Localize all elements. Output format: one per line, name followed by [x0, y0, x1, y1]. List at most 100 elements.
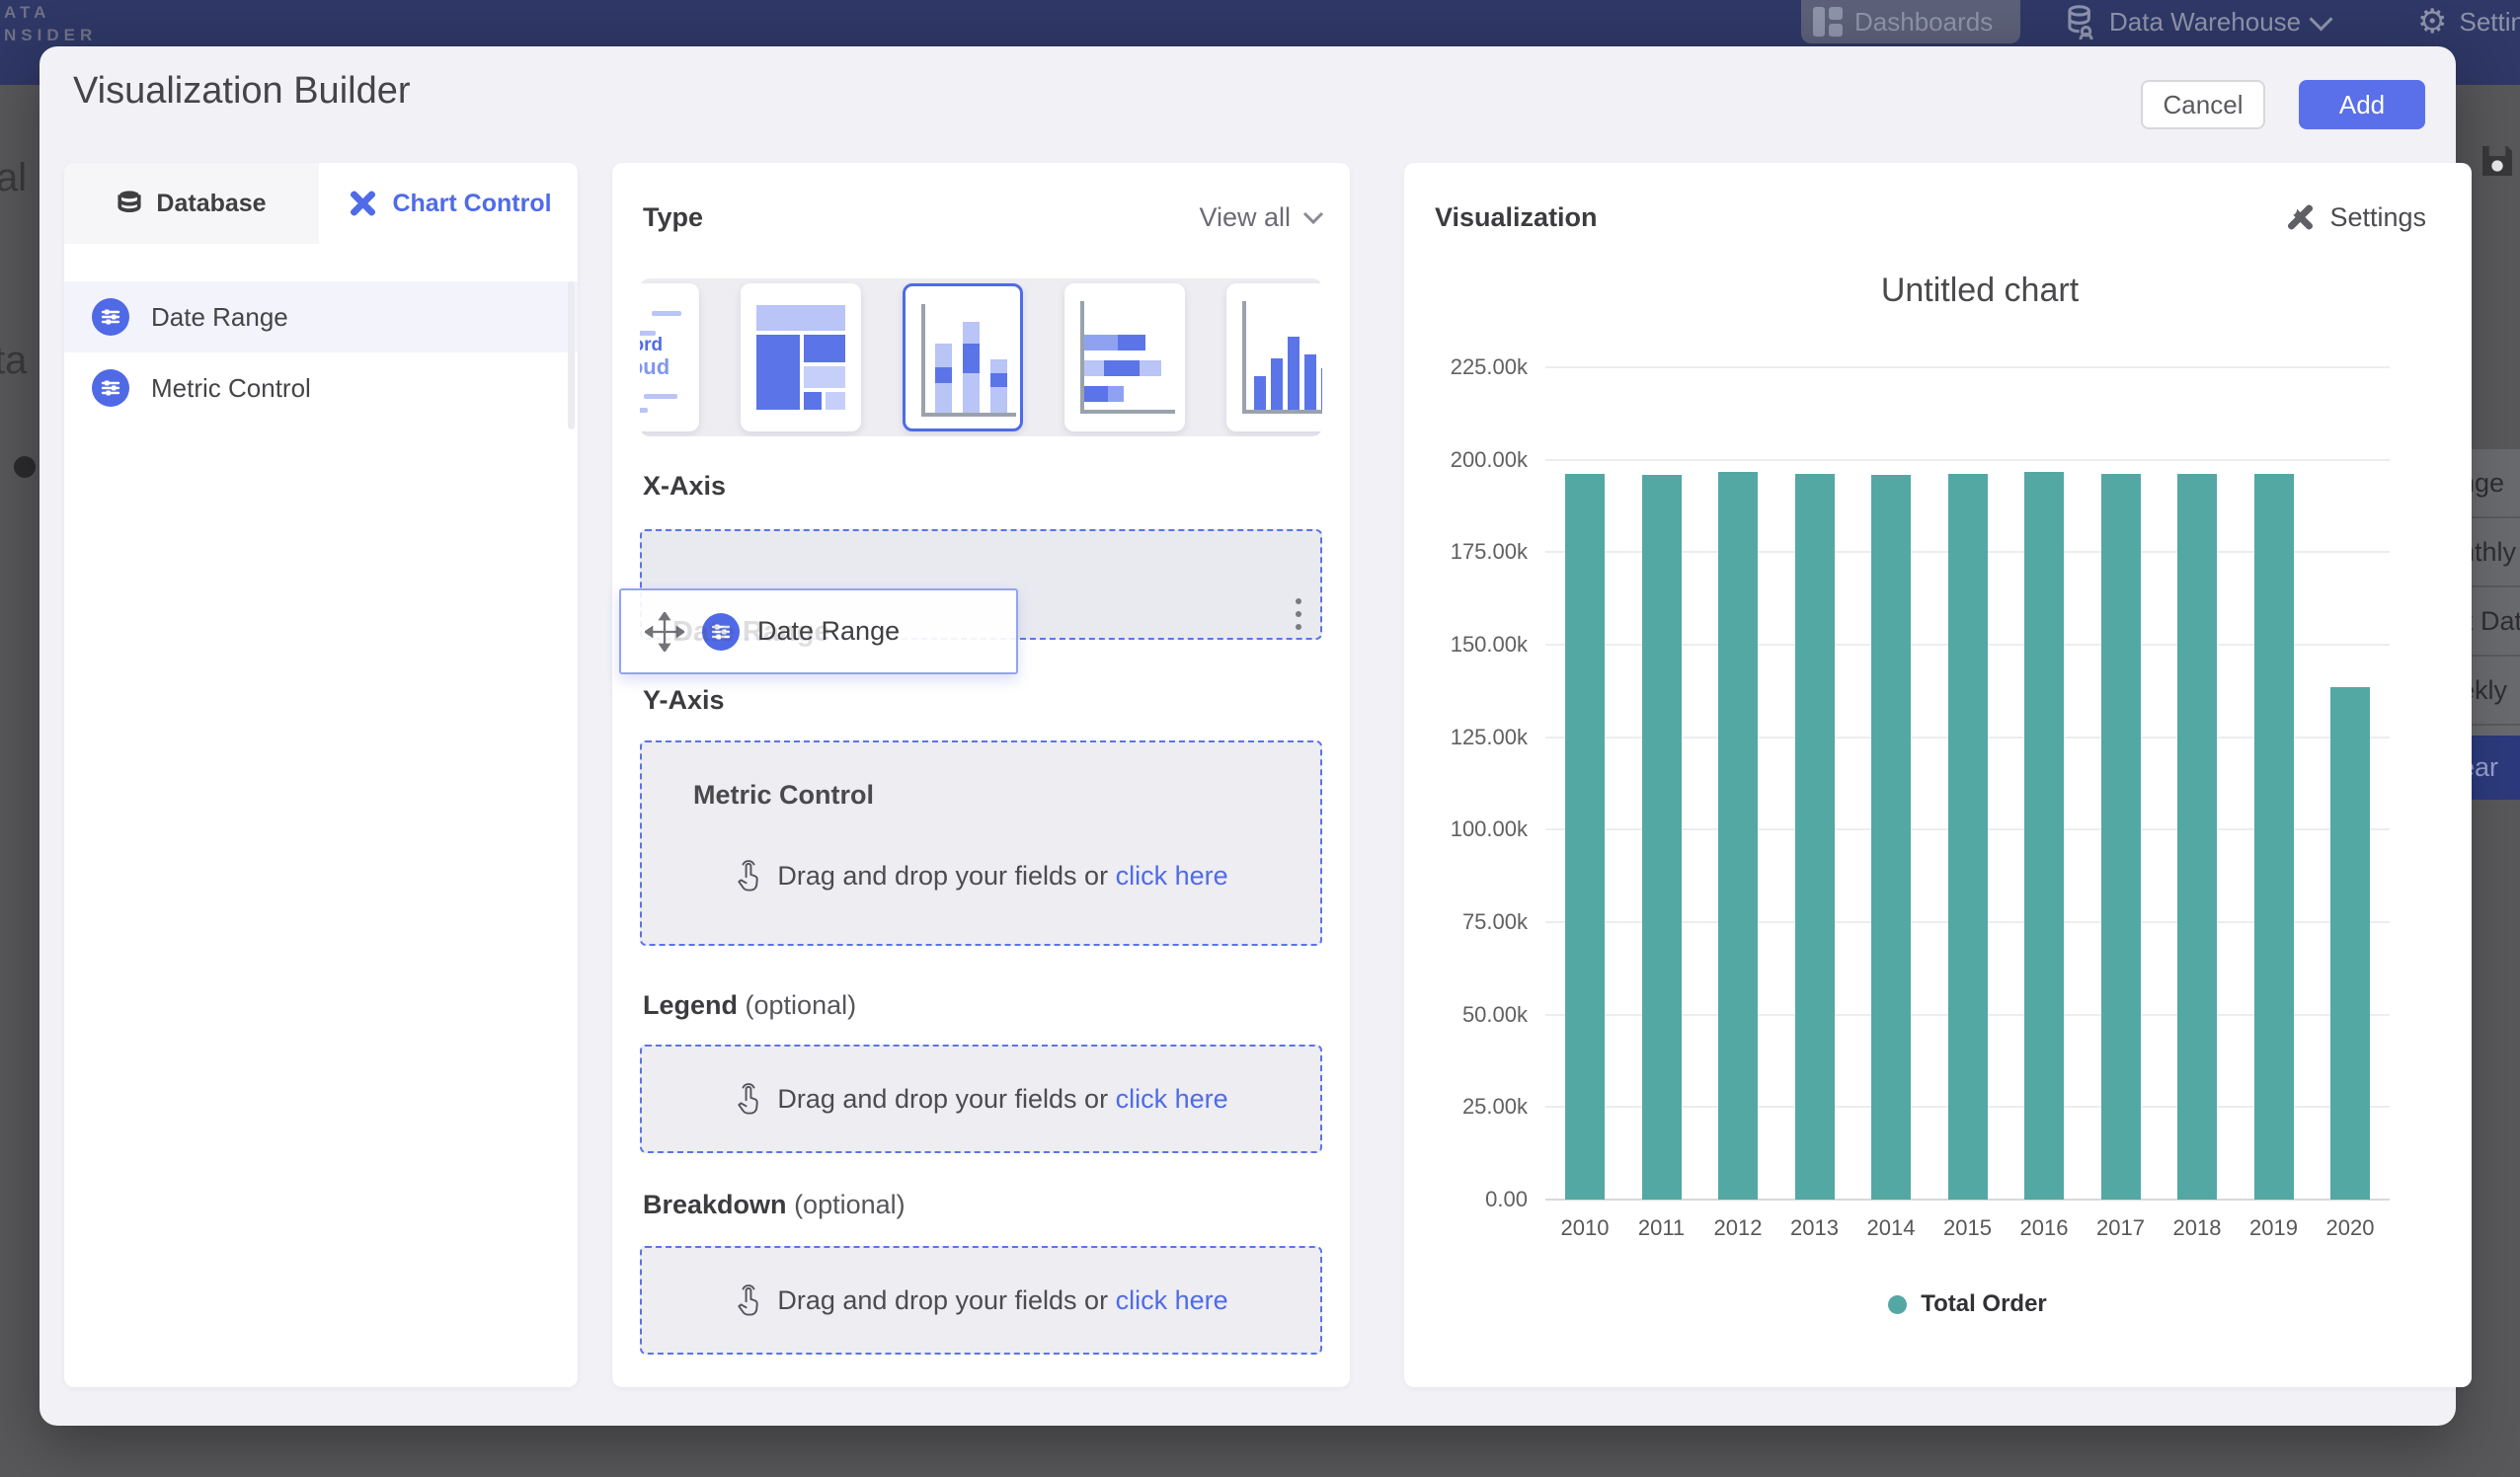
y-tick-label: 225.00k: [1399, 354, 1528, 380]
visualization-header: Visualization: [1435, 202, 1598, 233]
bar-2020[interactable]: [2330, 687, 2370, 1200]
nav-item-data-warehouse[interactable]: Data Warehouse: [2064, 0, 2329, 43]
scrollbar[interactable]: [568, 281, 575, 429]
bar-2018[interactable]: [2177, 474, 2217, 1200]
dragged-field-chip[interactable]: Date Range: [619, 588, 1018, 674]
chart-type-column[interactable]: [1226, 283, 1322, 431]
chart-type-carousel: Word Cloud: [640, 278, 1322, 436]
sliders-icon: [92, 298, 129, 336]
tab-database[interactable]: Database: [64, 163, 319, 244]
x-tick-label: 2015: [1929, 1215, 2008, 1241]
bar-2016[interactable]: [2024, 472, 2064, 1200]
modal-title: Visualization Builder: [73, 70, 411, 113]
y-tick-label: 125.00k: [1399, 725, 1528, 750]
chart-type-treemap[interactable]: [741, 283, 861, 431]
chart-type-stacked-column[interactable]: [903, 283, 1023, 431]
bar-2013[interactable]: [1795, 474, 1835, 1200]
field-label: Metric Control: [151, 373, 311, 404]
visualization-panel: Visualization Settings Untitled chart 0.…: [1404, 163, 2472, 1387]
type-section-label: Type: [643, 202, 703, 233]
tab-label: Database: [156, 190, 266, 218]
tap-hand-icon: [734, 1082, 763, 1116]
background-bullet: [14, 456, 36, 478]
y-tick-label: 100.00k: [1399, 816, 1528, 842]
settings-button[interactable]: Settings: [2282, 200, 2426, 234]
nav-item-dashboards[interactable]: Dashboards: [1813, 0, 1993, 43]
x-axis-section-label: X-Axis: [643, 471, 726, 502]
y-axis-field-label: Metric Control: [693, 780, 874, 811]
x-tick-label: 2012: [1698, 1215, 1777, 1241]
y-tick-label: 75.00k: [1399, 909, 1528, 935]
click-here-link[interactable]: click here: [1116, 1084, 1228, 1114]
background-clipped-text: al: [0, 156, 27, 200]
field-item-date-range[interactable]: Date Range: [64, 281, 578, 352]
settings-tools-icon: [2282, 200, 2316, 234]
click-here-link[interactable]: click here: [1116, 1285, 1228, 1315]
gear-icon: ⚙: [2417, 5, 2447, 39]
y-tick-label: 25.00k: [1399, 1094, 1528, 1120]
chart-type-word-cloud[interactable]: Word Cloud: [640, 283, 699, 431]
view-all-label: View all: [1199, 202, 1291, 233]
tab-label: Chart Control: [392, 190, 551, 218]
warehouse-database-icon: [2064, 4, 2097, 39]
x-tick-label: 2014: [1851, 1215, 1930, 1241]
bar-2014[interactable]: [1871, 475, 1911, 1200]
legend-section-label: Legend (optional): [643, 990, 856, 1021]
add-button[interactable]: Add: [2299, 80, 2425, 129]
legend-dot: [1888, 1295, 1907, 1314]
screen: { "topbar": { "logo_line1": "ATA", "logo…: [0, 0, 2520, 1477]
x-tick-label: 2013: [1775, 1215, 1854, 1241]
x-tick-label: 2011: [1622, 1215, 1701, 1241]
y-tick-label: 150.00k: [1399, 632, 1528, 658]
nav-item-settings[interactable]: ⚙ Settings: [2417, 0, 2520, 43]
drop-hint: Drag and drop your fields or click here: [642, 1082, 1320, 1116]
bar-2012[interactable]: [1718, 472, 1758, 1200]
treemap-thumbnail: [756, 305, 845, 410]
field-item-metric-control[interactable]: Metric Control: [64, 352, 578, 424]
sliders-icon: [92, 369, 129, 407]
chart-title: Untitled chart: [1545, 272, 2414, 310]
save-icon[interactable]: [2478, 141, 2517, 181]
tools-icon: [345, 187, 378, 220]
click-here-link[interactable]: click here: [1116, 861, 1228, 891]
kebab-menu-icon[interactable]: [1279, 585, 1318, 643]
tab-chart-control[interactable]: Chart Control: [319, 163, 578, 244]
y-axis-drop-zone[interactable]: Metric Control Drag and drop your fields…: [640, 740, 1322, 946]
drop-hint: Drag and drop your fields or click here: [642, 859, 1320, 893]
bar-2015[interactable]: [1948, 474, 1988, 1200]
tap-hand-icon: [734, 1283, 763, 1317]
bar-2011[interactable]: [1642, 475, 1682, 1200]
builder-panel: Type View all Word Cloud: [612, 163, 1350, 1387]
tap-hand-icon: [734, 859, 763, 893]
field-label: Date Range: [151, 302, 288, 333]
word-cloud-thumbnail: Word Cloud: [640, 283, 699, 431]
breakdown-section-label: Breakdown (optional): [643, 1190, 906, 1220]
legend-drop-zone[interactable]: Drag and drop your fields or click here: [640, 1045, 1322, 1153]
y-tick-label: 200.00k: [1399, 447, 1528, 473]
y-tick-label: 0.00: [1399, 1187, 1528, 1212]
chart-type-horizontal-bar[interactable]: [1064, 283, 1185, 431]
settings-label: Settings: [2329, 202, 2426, 233]
database-icon: [117, 189, 142, 218]
bar-chart-plot: 0.0025.00k50.00k75.00k100.00k125.00k150.…: [1545, 367, 2414, 1200]
x-tick-label: 2017: [2082, 1215, 2161, 1241]
nav-label: Data Warehouse: [2109, 7, 2301, 38]
x-tick-label: 2019: [2235, 1215, 2314, 1241]
column-thumbnail: [1242, 301, 1322, 414]
bar-2010[interactable]: [1565, 474, 1605, 1200]
bar-2017[interactable]: [2101, 474, 2141, 1200]
y-tick-label: 175.00k: [1399, 539, 1528, 565]
breakdown-drop-zone[interactable]: Drag and drop your fields or click here: [640, 1246, 1322, 1355]
dashboard-grid-icon: [1813, 7, 1843, 37]
chevron-down-icon: [2310, 7, 2333, 31]
cancel-button[interactable]: Cancel: [2141, 80, 2265, 129]
chart-legend: Total Order: [1545, 1290, 2390, 1318]
x-tick-label: 2016: [2005, 1215, 2084, 1241]
x-tick-label: 2010: [1545, 1215, 1624, 1241]
fields-panel: Database Chart Control Date Range Metric …: [64, 163, 578, 1387]
drag-ghost-label: Date Range: [672, 616, 830, 649]
nav-label: Settings: [2459, 7, 2520, 38]
y-axis-section-label: Y-Axis: [643, 685, 725, 716]
view-all-dropdown[interactable]: View all: [1199, 202, 1324, 233]
bar-2019[interactable]: [2254, 474, 2294, 1200]
